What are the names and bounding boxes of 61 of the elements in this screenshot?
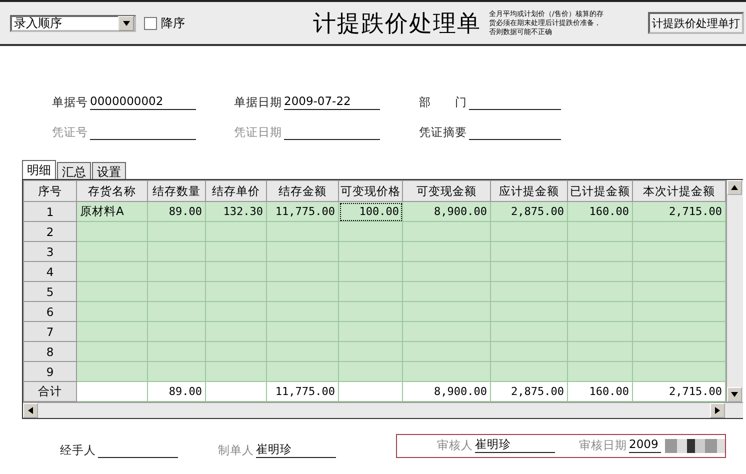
total-cell: 8,900.00 (402, 382, 490, 402)
column-header[interactable]: 可变现金额 (402, 180, 490, 202)
field-label: 单据号 (52, 95, 88, 110)
input-field[interactable]: 2009-07-22 (284, 94, 380, 110)
table-cell[interactable]: 11,775.00 (266, 202, 338, 222)
column-header[interactable]: 可变现价格 (338, 180, 402, 202)
table-cell[interactable]: 8,900.00 (402, 202, 490, 222)
row-number: 3 (24, 242, 76, 262)
up-arrow-icon (731, 185, 738, 190)
table-cell[interactable]: 原材料A (76, 202, 148, 222)
total-cell: 160.00 (568, 382, 632, 402)
column-header[interactable]: 本次计提金额 (632, 180, 726, 202)
column-header[interactable]: 结存单价 (206, 180, 266, 202)
row-number: 8 (24, 342, 76, 362)
tab[interactable]: 汇总 (57, 162, 91, 179)
row-number: 5 (24, 282, 76, 302)
down-arrow-icon (731, 392, 738, 397)
row-number: 9 (24, 362, 76, 382)
field-label: 凭证摘要 (419, 125, 467, 140)
total-cell: 2,715.00 (632, 382, 726, 402)
table-cell[interactable]: 2,875.00 (490, 202, 568, 222)
left-arrow-icon (28, 407, 33, 414)
tab[interactable]: 明细 (22, 160, 56, 179)
caret-icon (122, 20, 130, 26)
total-cell: 11,775.00 (266, 382, 338, 402)
row-number: 2 (24, 222, 76, 242)
field-label: 部 门 (419, 95, 467, 110)
field-label: 审核人 (437, 438, 473, 453)
field-label: 单据日期 (234, 95, 282, 110)
tab[interactable]: 设置 (92, 162, 126, 179)
vertical-scrollbar[interactable] (726, 180, 743, 402)
input-field[interactable]: 0000000002 (90, 94, 196, 110)
sort-dropdown[interactable]: 录入顺序 (10, 14, 136, 32)
table-cell[interactable]: 160.00 (568, 202, 632, 222)
total-cell: 89.00 (148, 382, 206, 402)
field-label: 经手人 (60, 443, 96, 458)
row-number: 6 (24, 302, 76, 322)
window-title: 计提跌价处理单 (313, 10, 481, 38)
table-cell[interactable]: 132.30 (206, 202, 266, 222)
row-number: 7 (24, 322, 76, 342)
descending-checkbox[interactable]: 降序 (144, 14, 185, 32)
column-header[interactable]: 序号 (24, 180, 76, 202)
total-label: 合计 (24, 382, 76, 402)
field-label: 凭证号 (52, 125, 88, 140)
column-header[interactable]: 结存数量 (148, 180, 206, 202)
row-number: 4 (24, 262, 76, 282)
print-button[interactable]: 计提跌价处理单打 (648, 12, 744, 34)
column-header[interactable]: 存货名称 (76, 180, 148, 202)
horizontal-scrollbar[interactable] (23, 402, 743, 418)
table-cell[interactable]: 2,715.00 (632, 202, 726, 222)
column-header[interactable]: 应计提金额 (490, 180, 568, 202)
table-cell[interactable]: 100.00 (338, 202, 402, 222)
column-header[interactable]: 已计提金额 (568, 180, 632, 202)
row-number: 1 (24, 202, 76, 222)
table-cell[interactable]: 89.00 (148, 202, 206, 222)
column-header[interactable]: 结存金额 (266, 180, 338, 202)
field-label: 凭证日期 (234, 125, 282, 140)
field-label: 制单人 (218, 443, 254, 458)
total-cell: 2,875.00 (490, 382, 568, 402)
right-arrow-icon (715, 407, 720, 414)
field-label: 审核日期 (579, 438, 627, 453)
